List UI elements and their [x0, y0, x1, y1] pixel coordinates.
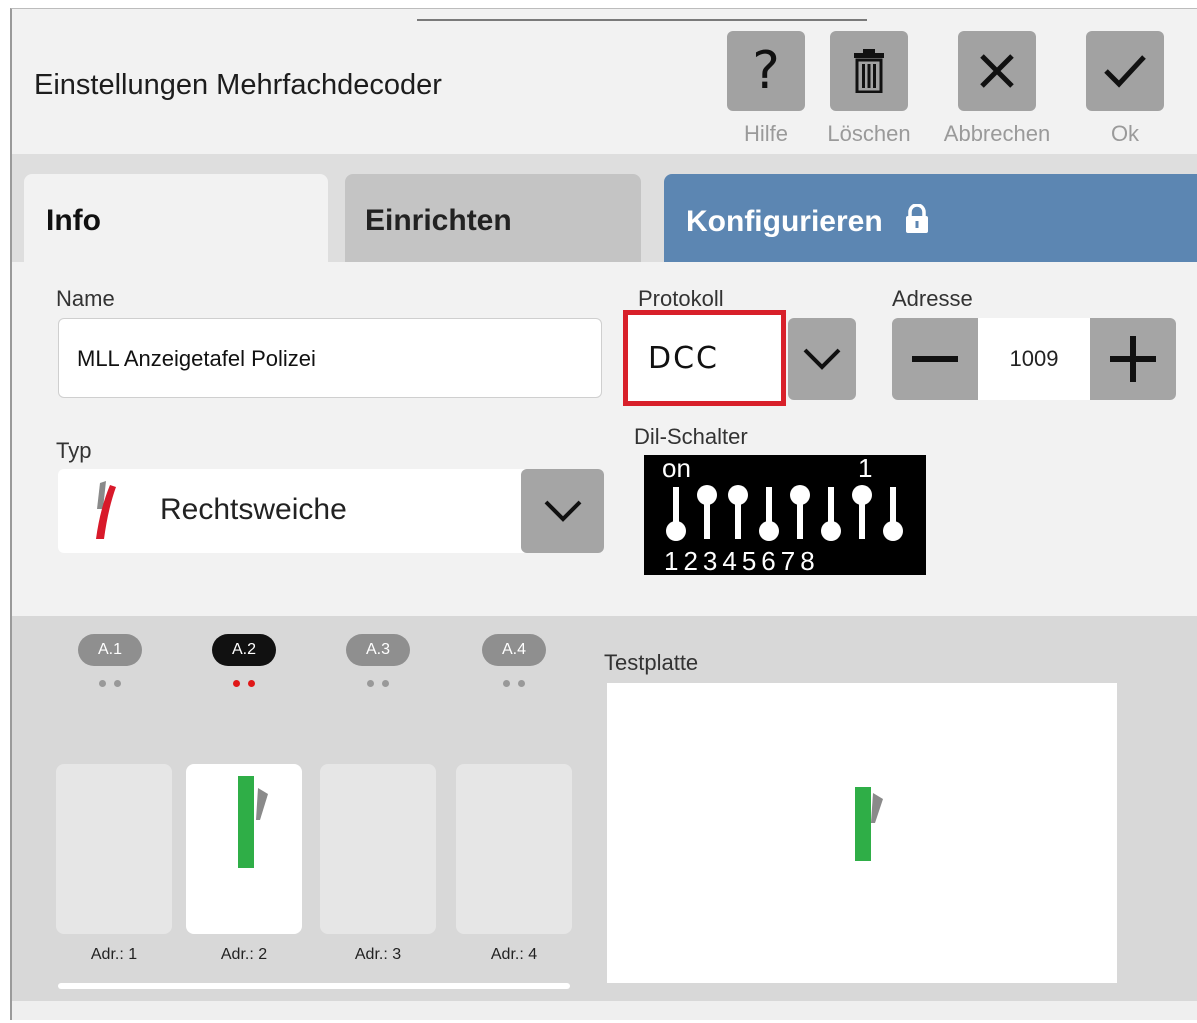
chevron-down-icon [544, 500, 581, 522]
output-address-1: Adr.: 1 [90, 946, 138, 963]
dip-lever-2 [697, 485, 717, 539]
dip-lever-3 [728, 485, 748, 539]
tab-konfigurieren[interactable]: Konfigurieren [664, 174, 1197, 264]
protocol-value: DCC [648, 341, 719, 376]
tab-konfigurieren-label: Konfigurieren [686, 205, 883, 238]
output-badge-a1[interactable]: A.1 [78, 634, 142, 666]
trash-icon [830, 31, 908, 111]
output-card-4[interactable] [456, 764, 572, 934]
testplate-label: Testplatte [604, 650, 699, 675]
tab-info-label: Info [46, 204, 101, 237]
dip-switch-label: Dil-Schalter [634, 424, 748, 449]
cancel-label: Abbrechen [943, 121, 1051, 146]
address-label: Adresse [892, 286, 973, 311]
dip-lever-8 [883, 487, 903, 541]
output-badge-a4[interactable]: A.4 [482, 634, 546, 666]
turnout-straight-icon [855, 787, 883, 861]
delete-label: Löschen [827, 121, 911, 146]
protocol-dropdown-button[interactable] [788, 318, 856, 400]
protocol-select[interactable]: DCC [623, 310, 786, 406]
tab-einrichten-label: Einrichten [365, 204, 512, 237]
dip-switch: on 1 12345678 [644, 453, 926, 576]
type-dropdown-button[interactable] [521, 469, 604, 553]
dip-switches [666, 485, 903, 541]
output-badge-a3[interactable]: A.3 [346, 634, 410, 666]
address-value[interactable]: 1009 [978, 346, 1090, 372]
output-card-3[interactable] [320, 764, 436, 934]
protocol-label: Protokoll [638, 286, 724, 311]
settings-window: Einstellungen Mehrfachdecoder ? Hilfe Lö… [10, 8, 1197, 1020]
status-dots [78, 674, 142, 692]
turnout-straight-icon [238, 776, 268, 868]
outputs-panel: A.1 A.2 A.3 A.4 Adr.: 1 Adr.: 2 Adr.: 3 … [12, 616, 1197, 1020]
address-stepper: 1009 [892, 318, 1176, 400]
check-icon [1086, 31, 1164, 111]
chevron-down-icon [803, 348, 841, 370]
status-dots [212, 674, 276, 692]
dip-numbers: 12345678 [664, 546, 820, 576]
name-label: Name [56, 286, 115, 311]
window-top-handle[interactable] [417, 9, 867, 21]
testplate-panel[interactable] [607, 683, 1117, 983]
type-value: Rechtsweiche [160, 493, 347, 526]
cancel-button[interactable]: Abbrechen [925, 31, 1055, 153]
decrement-button[interactable] [892, 318, 978, 400]
status-dots [482, 674, 546, 692]
name-input[interactable]: MLL Anzeigetafel Polizei [58, 318, 602, 398]
output-address-3: Adr.: 3 [354, 946, 402, 963]
type-label: Typ [56, 438, 92, 463]
question-icon: ? [727, 31, 805, 111]
header: Einstellungen Mehrfachdecoder ? Hilfe Lö… [12, 9, 1197, 154]
minus-icon [912, 356, 958, 362]
tab-info[interactable]: Info [24, 174, 328, 264]
dip-lever-1 [666, 487, 686, 541]
dip-lever-7 [852, 485, 872, 539]
output-address-2: Adr.: 2 [220, 946, 268, 963]
ok-label: Ok [1110, 121, 1140, 146]
dip-lever-5 [790, 485, 810, 539]
bottom-bar [12, 1001, 1197, 1020]
dip-lever-6 [821, 487, 841, 541]
output-address-4: Adr.: 4 [490, 946, 538, 963]
tab-bar: Info Einrichten Konfigurieren [12, 154, 1197, 264]
lock-icon [905, 203, 929, 242]
status-dots [346, 674, 410, 692]
plus-icon [1110, 336, 1156, 382]
close-icon [958, 31, 1036, 111]
dip-lever-4 [759, 487, 779, 541]
delete-button[interactable]: Löschen [797, 31, 927, 153]
output-card-1[interactable] [56, 764, 172, 934]
page-title: Einstellungen Mehrfachdecoder [34, 69, 442, 101]
output-card-2[interactable] [186, 764, 302, 934]
right-turnout-icon [96, 481, 116, 539]
tab-einrichten[interactable]: Einrichten [345, 174, 641, 264]
output-badge-a2[interactable]: A.2 [212, 634, 276, 666]
ok-button[interactable]: Ok [1053, 31, 1183, 153]
increment-button[interactable] [1090, 318, 1176, 400]
info-form: Name MLL Anzeigetafel Polizei Protokoll … [12, 262, 1197, 616]
horizontal-scrollbar[interactable] [58, 983, 570, 989]
